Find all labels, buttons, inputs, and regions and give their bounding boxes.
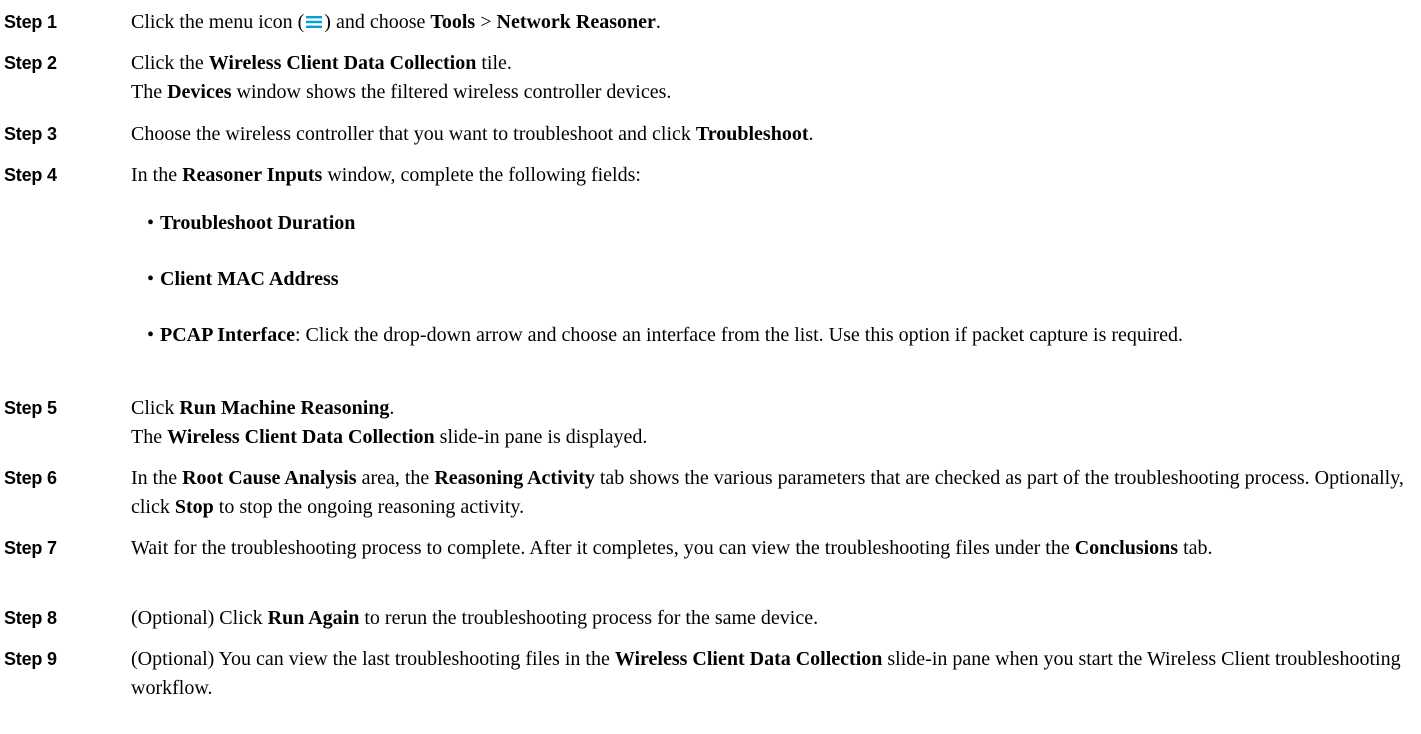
step-text: Wait for the troubleshooting process to … bbox=[131, 537, 1213, 559]
step-text: Click Run Machine Reasoning. The Wireles… bbox=[131, 397, 648, 448]
step-label: Step 6 bbox=[4, 468, 57, 488]
bullet-icon: • bbox=[147, 268, 155, 290]
step-text: In the Reasoner Inputs window, complete … bbox=[131, 161, 1417, 377]
procedure-document: Step 1 Click the menu icon () and choose… bbox=[0, 0, 1421, 734]
step-label: Step 3 bbox=[4, 124, 57, 144]
step-label: Step 7 bbox=[4, 538, 57, 558]
step-label: Step 1 bbox=[4, 12, 57, 32]
field-list: • Troubleshoot Duration • Client MAC Addre… bbox=[147, 209, 1417, 350]
step-label: Step 5 bbox=[4, 398, 57, 418]
step-text: (Optional) You can view the last trouble… bbox=[131, 648, 1401, 699]
list-item: • PCAP Interface: Click the drop-down arr… bbox=[147, 321, 1417, 350]
list-item: • Client MAC Address bbox=[147, 265, 1417, 294]
step-label: Step 2 bbox=[4, 53, 57, 73]
step-text: (Optional) Click Run Again to rerun the … bbox=[131, 607, 819, 629]
step-label: Step 8 bbox=[4, 608, 57, 628]
step-label: Step 9 bbox=[4, 649, 57, 669]
bullet-icon: • bbox=[147, 324, 155, 346]
menu-icon bbox=[306, 16, 323, 28]
list-item: • Troubleshoot Duration bbox=[147, 209, 1417, 238]
step-text: Click the menu icon () and choose Tools … bbox=[131, 11, 661, 33]
step-text: Click the Wireless Client Data Collectio… bbox=[131, 52, 672, 103]
step-text: In the Root Cause Analysis area, the Rea… bbox=[131, 467, 1404, 518]
step-label: Step 4 bbox=[4, 165, 57, 185]
bullet-icon: • bbox=[147, 212, 155, 234]
step-text: Choose the wireless controller that you … bbox=[131, 123, 814, 145]
